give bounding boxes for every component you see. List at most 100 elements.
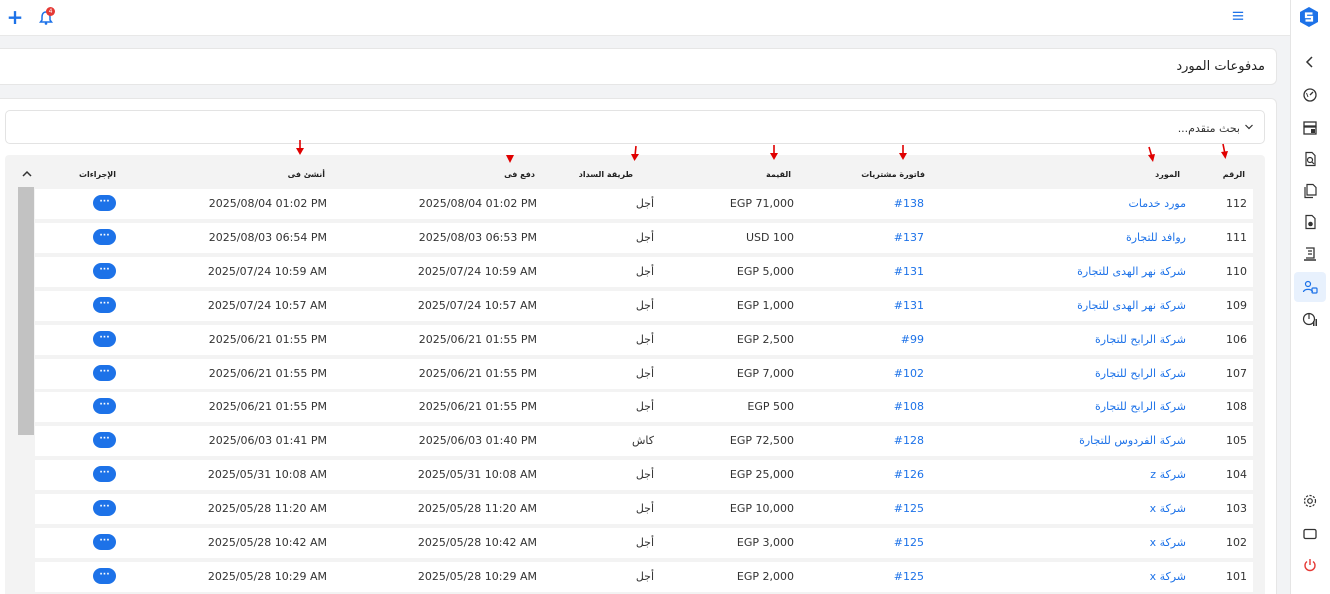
row-created-at: 2025/06/21 01:55 PM bbox=[208, 366, 327, 380]
row-payment-method: أجل bbox=[635, 400, 654, 414]
row-supplier-link[interactable]: شركة الرابح للتجارة bbox=[1095, 400, 1186, 413]
row-invoice-link[interactable]: #131 bbox=[894, 299, 924, 312]
row-number: 111 bbox=[1226, 230, 1247, 244]
row-paid-at: 2025/05/28 10:42 AM bbox=[417, 536, 537, 549]
row-invoice-link[interactable]: #138 bbox=[894, 197, 924, 210]
table-row[interactable]: 111 روافد للتجارة #137 USD 100 أجل 2025/08/03… bbox=[35, 222, 1253, 253]
row-number: 103 bbox=[1226, 502, 1247, 516]
table-row[interactable]: 110 شركة نهر الهدى للتجارة #131 EGP 5,000 أج… bbox=[35, 256, 1253, 287]
row-supplier-link[interactable]: شركة z bbox=[1150, 468, 1186, 481]
row-actions-button[interactable]: ··· bbox=[93, 330, 116, 347]
row-paid-at: 2025/08/03 06:53 PM bbox=[418, 230, 537, 244]
row-actions-button[interactable]: ··· bbox=[93, 500, 116, 517]
annotation-arrow bbox=[296, 140, 304, 155]
sidebar bbox=[1290, 0, 1330, 594]
document-settings-icon[interactable] bbox=[1302, 214, 1318, 230]
row-actions-button[interactable]: ··· bbox=[93, 228, 116, 245]
row-invoice-link[interactable]: #125 bbox=[894, 570, 924, 583]
row-actions-button[interactable]: ··· bbox=[93, 432, 116, 449]
report-chart-icon[interactable] bbox=[1302, 311, 1318, 327]
chevron-up-icon[interactable] bbox=[21, 168, 33, 180]
row-created-at: 2025/05/28 11:20 AM bbox=[207, 502, 327, 516]
row-supplier-link[interactable]: شركة الرابح للتجارة bbox=[1095, 367, 1186, 380]
row-invoice-link[interactable]: #108 bbox=[894, 400, 924, 413]
power-icon[interactable] bbox=[1302, 557, 1318, 573]
row-invoice-link[interactable]: #128 bbox=[894, 434, 924, 447]
row-payment-method: أجل bbox=[635, 264, 654, 278]
row-actions-button[interactable]: ··· bbox=[93, 262, 116, 279]
table-row[interactable]: 104 شركة z #126 EGP 25,000 أجل 2025/05/31 10:… bbox=[35, 460, 1253, 491]
row-actions-button[interactable]: ··· bbox=[93, 364, 116, 381]
documents-icon[interactable] bbox=[1302, 183, 1318, 199]
hamburger-icon[interactable] bbox=[1232, 10, 1246, 24]
row-value: EGP 3,000 bbox=[736, 536, 794, 549]
row-supplier-link[interactable]: شركة الرابح للتجارة bbox=[1095, 333, 1186, 346]
row-actions-button[interactable]: ··· bbox=[93, 296, 116, 313]
row-invoice-link[interactable]: #137 bbox=[894, 231, 924, 244]
row-supplier-link[interactable]: مورد خدمات bbox=[1129, 197, 1186, 210]
row-actions-button[interactable]: ··· bbox=[93, 195, 116, 211]
receipt-icon[interactable] bbox=[1302, 246, 1318, 262]
row-paid-at: 2025/07/24 10:59 AM bbox=[417, 264, 537, 278]
table-row[interactable]: 112 مورد خدمات #138 EGP 71,000 أجل 2025/08/04… bbox=[35, 189, 1253, 219]
row-created-at: 2025/08/04 01:02 PM bbox=[208, 197, 327, 210]
row-actions-button[interactable]: ··· bbox=[93, 534, 116, 550]
table-row[interactable]: 103 شركة x #125 EGP 10,000 أجل 2025/05/28 11:… bbox=[35, 494, 1253, 525]
row-value: EGP 25,000 bbox=[729, 468, 794, 482]
row-invoice-link[interactable]: #131 bbox=[894, 265, 924, 278]
header-paid-at[interactable]: دفع فى bbox=[504, 170, 535, 179]
row-supplier-link[interactable]: شركة x bbox=[1150, 502, 1186, 515]
table-row[interactable]: 109 شركة نهر الهدى للتجارة #131 EGP 1,000 أج… bbox=[35, 290, 1253, 321]
search-document-icon[interactable] bbox=[1302, 151, 1318, 167]
row-supplier-link[interactable]: شركة نهر الهدى للتجارة bbox=[1077, 299, 1186, 312]
users-icon[interactable] bbox=[1302, 279, 1318, 295]
row-invoice-link[interactable]: #126 bbox=[894, 468, 924, 481]
register-icon[interactable] bbox=[1302, 120, 1318, 136]
row-value: EGP 71,000 bbox=[729, 197, 794, 210]
row-number: 101 bbox=[1226, 569, 1247, 583]
header-value[interactable]: القيمة bbox=[766, 170, 791, 179]
gear-icon[interactable] bbox=[1302, 493, 1318, 509]
header-created-at[interactable]: أنشئ فى bbox=[288, 170, 325, 179]
table-row[interactable]: 102 شركة x #125 EGP 3,000 أجل 2025/05/28 10:4… bbox=[35, 528, 1253, 558]
advanced-search-toggle[interactable]: بحث متقدم... bbox=[5, 110, 1265, 144]
dashboard-gauge-icon[interactable] bbox=[1302, 87, 1318, 103]
table-row[interactable]: 105 شركة الفردوس للتجارة #128 EGP 72,500 كاش… bbox=[35, 426, 1253, 457]
row-supplier-link[interactable]: شركة الفردوس للتجارة bbox=[1079, 434, 1186, 447]
row-number: 110 bbox=[1226, 264, 1247, 278]
row-invoice-link[interactable]: #102 bbox=[894, 367, 924, 380]
row-supplier-link[interactable]: شركة x bbox=[1150, 536, 1186, 549]
row-number: 108 bbox=[1226, 400, 1247, 414]
table-row[interactable]: 107 شركة الرابح للتجارة #102 EGP 7,000 أجل 20… bbox=[35, 358, 1253, 389]
row-payment-method: أجل bbox=[635, 468, 654, 482]
header-number[interactable]: الرقم bbox=[1223, 170, 1245, 179]
plus-icon[interactable]: + bbox=[6, 7, 24, 27]
annotation-arrow bbox=[506, 155, 514, 163]
row-actions-button[interactable]: ··· bbox=[93, 466, 116, 483]
table-row[interactable]: 101 شركة x #125 EGP 2,000 أجل 2025/05/28 10:2… bbox=[35, 561, 1253, 592]
row-actions-button[interactable]: ··· bbox=[93, 567, 116, 584]
row-invoice-link[interactable]: #99 bbox=[901, 333, 924, 346]
row-created-at: 2025/06/21 01:55 PM bbox=[208, 332, 327, 346]
header-supplier[interactable]: المورد bbox=[1155, 170, 1180, 179]
table-row[interactable]: 108 شركة الرابح للتجارة #108 EGP 500 أجل 2025… bbox=[35, 392, 1253, 423]
row-paid-at: 2025/07/24 10:57 AM bbox=[417, 298, 537, 312]
header-invoice[interactable]: فاتورة مشتريات bbox=[861, 170, 925, 179]
monitor-icon[interactable] bbox=[1302, 526, 1318, 542]
row-actions-button[interactable]: ··· bbox=[93, 398, 116, 415]
row-supplier-link[interactable]: روافد للتجارة bbox=[1126, 231, 1186, 244]
header-method[interactable]: طريقة السداد bbox=[579, 170, 633, 179]
row-created-at: 2025/07/24 10:59 AM bbox=[207, 264, 327, 278]
chevron-left-icon[interactable] bbox=[1302, 54, 1318, 70]
row-value: EGP 72,500 bbox=[729, 434, 794, 448]
annotation-arrow bbox=[1221, 143, 1228, 159]
row-invoice-link[interactable]: #125 bbox=[894, 502, 924, 515]
row-supplier-link[interactable]: شركة x bbox=[1150, 570, 1186, 583]
table-row[interactable]: 106 شركة الرابح للتجارة #99 EGP 2,500 أجل 202… bbox=[35, 324, 1253, 355]
logo[interactable] bbox=[1298, 6, 1320, 28]
row-created-at: 2025/06/03 01:41 PM bbox=[208, 434, 327, 448]
row-payment-method: أجل bbox=[635, 197, 654, 210]
scrollbar-thumb[interactable] bbox=[18, 187, 34, 435]
row-invoice-link[interactable]: #125 bbox=[894, 536, 924, 549]
row-supplier-link[interactable]: شركة نهر الهدى للتجارة bbox=[1077, 265, 1186, 278]
